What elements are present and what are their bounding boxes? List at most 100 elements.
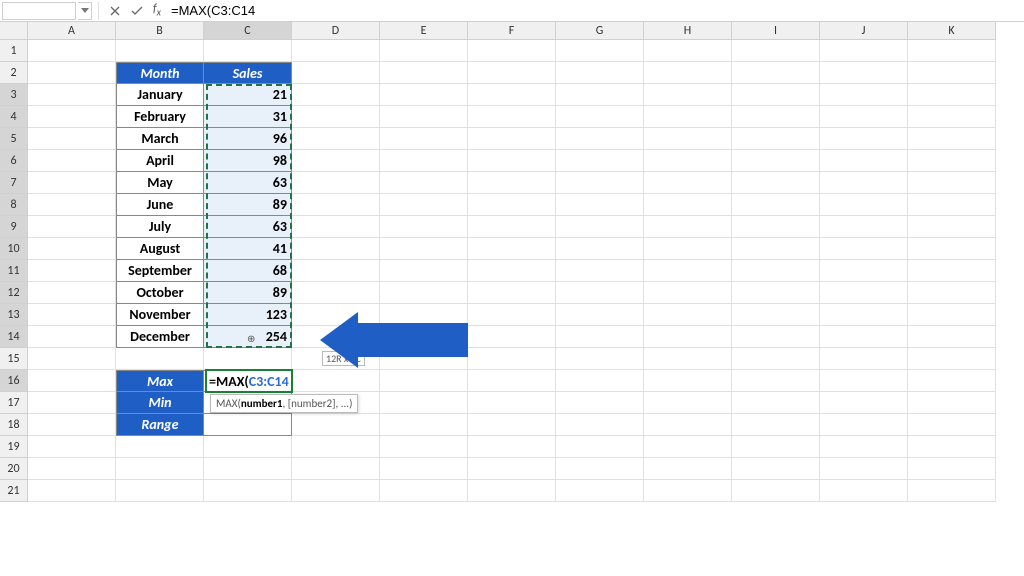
cell[interactable] <box>292 172 380 194</box>
cell[interactable] <box>292 480 380 502</box>
cell[interactable] <box>644 326 732 348</box>
cell[interactable] <box>732 414 820 436</box>
cell[interactable] <box>292 150 380 172</box>
table-header-sales[interactable]: Sales <box>204 62 292 84</box>
cell[interactable] <box>468 216 556 238</box>
cell[interactable] <box>28 260 116 282</box>
month-cell[interactable]: July <box>116 216 204 238</box>
col-header[interactable]: A <box>28 22 116 40</box>
cell[interactable] <box>556 348 644 370</box>
row-header[interactable]: 10 <box>0 238 28 260</box>
cell[interactable] <box>820 392 908 414</box>
cell[interactable] <box>732 260 820 282</box>
sales-cell[interactable]: 31 <box>204 106 292 128</box>
cell[interactable] <box>28 348 116 370</box>
cell[interactable] <box>732 370 820 392</box>
row-header[interactable]: 16 <box>0 370 28 392</box>
row-header[interactable]: 6 <box>0 150 28 172</box>
cell[interactable] <box>644 40 732 62</box>
row-header[interactable]: 5 <box>0 128 28 150</box>
cell[interactable] <box>556 128 644 150</box>
cell[interactable] <box>820 128 908 150</box>
cell[interactable] <box>468 414 556 436</box>
cell-formula-editor[interactable]: =MAX(C3:C14 <box>209 371 289 391</box>
cell[interactable] <box>292 260 380 282</box>
row-header[interactable]: 21 <box>0 480 28 502</box>
sales-cell[interactable]: 89 <box>204 194 292 216</box>
cell[interactable] <box>644 194 732 216</box>
cell[interactable] <box>732 392 820 414</box>
cell[interactable] <box>820 304 908 326</box>
cell[interactable] <box>292 62 380 84</box>
cell[interactable] <box>820 172 908 194</box>
col-header[interactable]: B <box>116 22 204 40</box>
cell[interactable] <box>468 128 556 150</box>
cell[interactable] <box>556 194 644 216</box>
cell[interactable] <box>908 304 996 326</box>
cell[interactable] <box>468 84 556 106</box>
cell[interactable] <box>380 150 468 172</box>
cell[interactable] <box>380 260 468 282</box>
cell[interactable] <box>380 238 468 260</box>
sales-cell[interactable]: 123 <box>204 304 292 326</box>
cell[interactable] <box>820 216 908 238</box>
cell[interactable] <box>820 106 908 128</box>
cell[interactable] <box>732 84 820 106</box>
cell[interactable] <box>644 150 732 172</box>
cell[interactable] <box>468 194 556 216</box>
cell[interactable] <box>468 348 556 370</box>
cell[interactable] <box>644 106 732 128</box>
cell[interactable] <box>468 480 556 502</box>
row-header[interactable]: 1 <box>0 40 28 62</box>
cell[interactable] <box>380 414 468 436</box>
row-header[interactable]: 18 <box>0 414 28 436</box>
month-cell[interactable]: October <box>116 282 204 304</box>
cell[interactable] <box>644 238 732 260</box>
cell[interactable] <box>732 458 820 480</box>
cell[interactable] <box>644 458 732 480</box>
max-label[interactable]: Max <box>116 370 204 392</box>
cell[interactable] <box>644 414 732 436</box>
cell[interactable] <box>556 414 644 436</box>
cell[interactable] <box>468 304 556 326</box>
cell[interactable] <box>116 480 204 502</box>
cell[interactable] <box>820 414 908 436</box>
cell[interactable] <box>820 282 908 304</box>
cell[interactable] <box>908 106 996 128</box>
cell[interactable] <box>380 216 468 238</box>
cell[interactable] <box>380 194 468 216</box>
cell[interactable] <box>908 84 996 106</box>
row-header[interactable]: 4 <box>0 106 28 128</box>
cell[interactable] <box>28 62 116 84</box>
cell[interactable] <box>820 62 908 84</box>
fx-icon[interactable]: fx <box>153 2 161 18</box>
cell[interactable] <box>732 150 820 172</box>
row-header[interactable]: 8 <box>0 194 28 216</box>
cell[interactable] <box>292 106 380 128</box>
cell[interactable] <box>116 348 204 370</box>
cell[interactable] <box>644 62 732 84</box>
cell[interactable] <box>732 304 820 326</box>
cell[interactable] <box>908 480 996 502</box>
cell[interactable] <box>732 128 820 150</box>
col-header[interactable]: G <box>556 22 644 40</box>
month-cell[interactable]: March <box>116 128 204 150</box>
cell[interactable] <box>908 40 996 62</box>
cell[interactable] <box>644 392 732 414</box>
month-cell[interactable]: February <box>116 106 204 128</box>
cell[interactable] <box>732 348 820 370</box>
cell[interactable] <box>28 370 116 392</box>
cell[interactable] <box>380 392 468 414</box>
cell[interactable] <box>204 458 292 480</box>
name-box-dropdown[interactable] <box>78 2 92 20</box>
cell[interactable] <box>908 150 996 172</box>
cell[interactable] <box>468 106 556 128</box>
cell[interactable] <box>732 238 820 260</box>
row-header[interactable]: 14 <box>0 326 28 348</box>
cell[interactable] <box>556 40 644 62</box>
col-header[interactable]: I <box>732 22 820 40</box>
cell[interactable] <box>380 128 468 150</box>
cell[interactable] <box>292 282 380 304</box>
cell[interactable] <box>556 172 644 194</box>
cell[interactable] <box>732 40 820 62</box>
